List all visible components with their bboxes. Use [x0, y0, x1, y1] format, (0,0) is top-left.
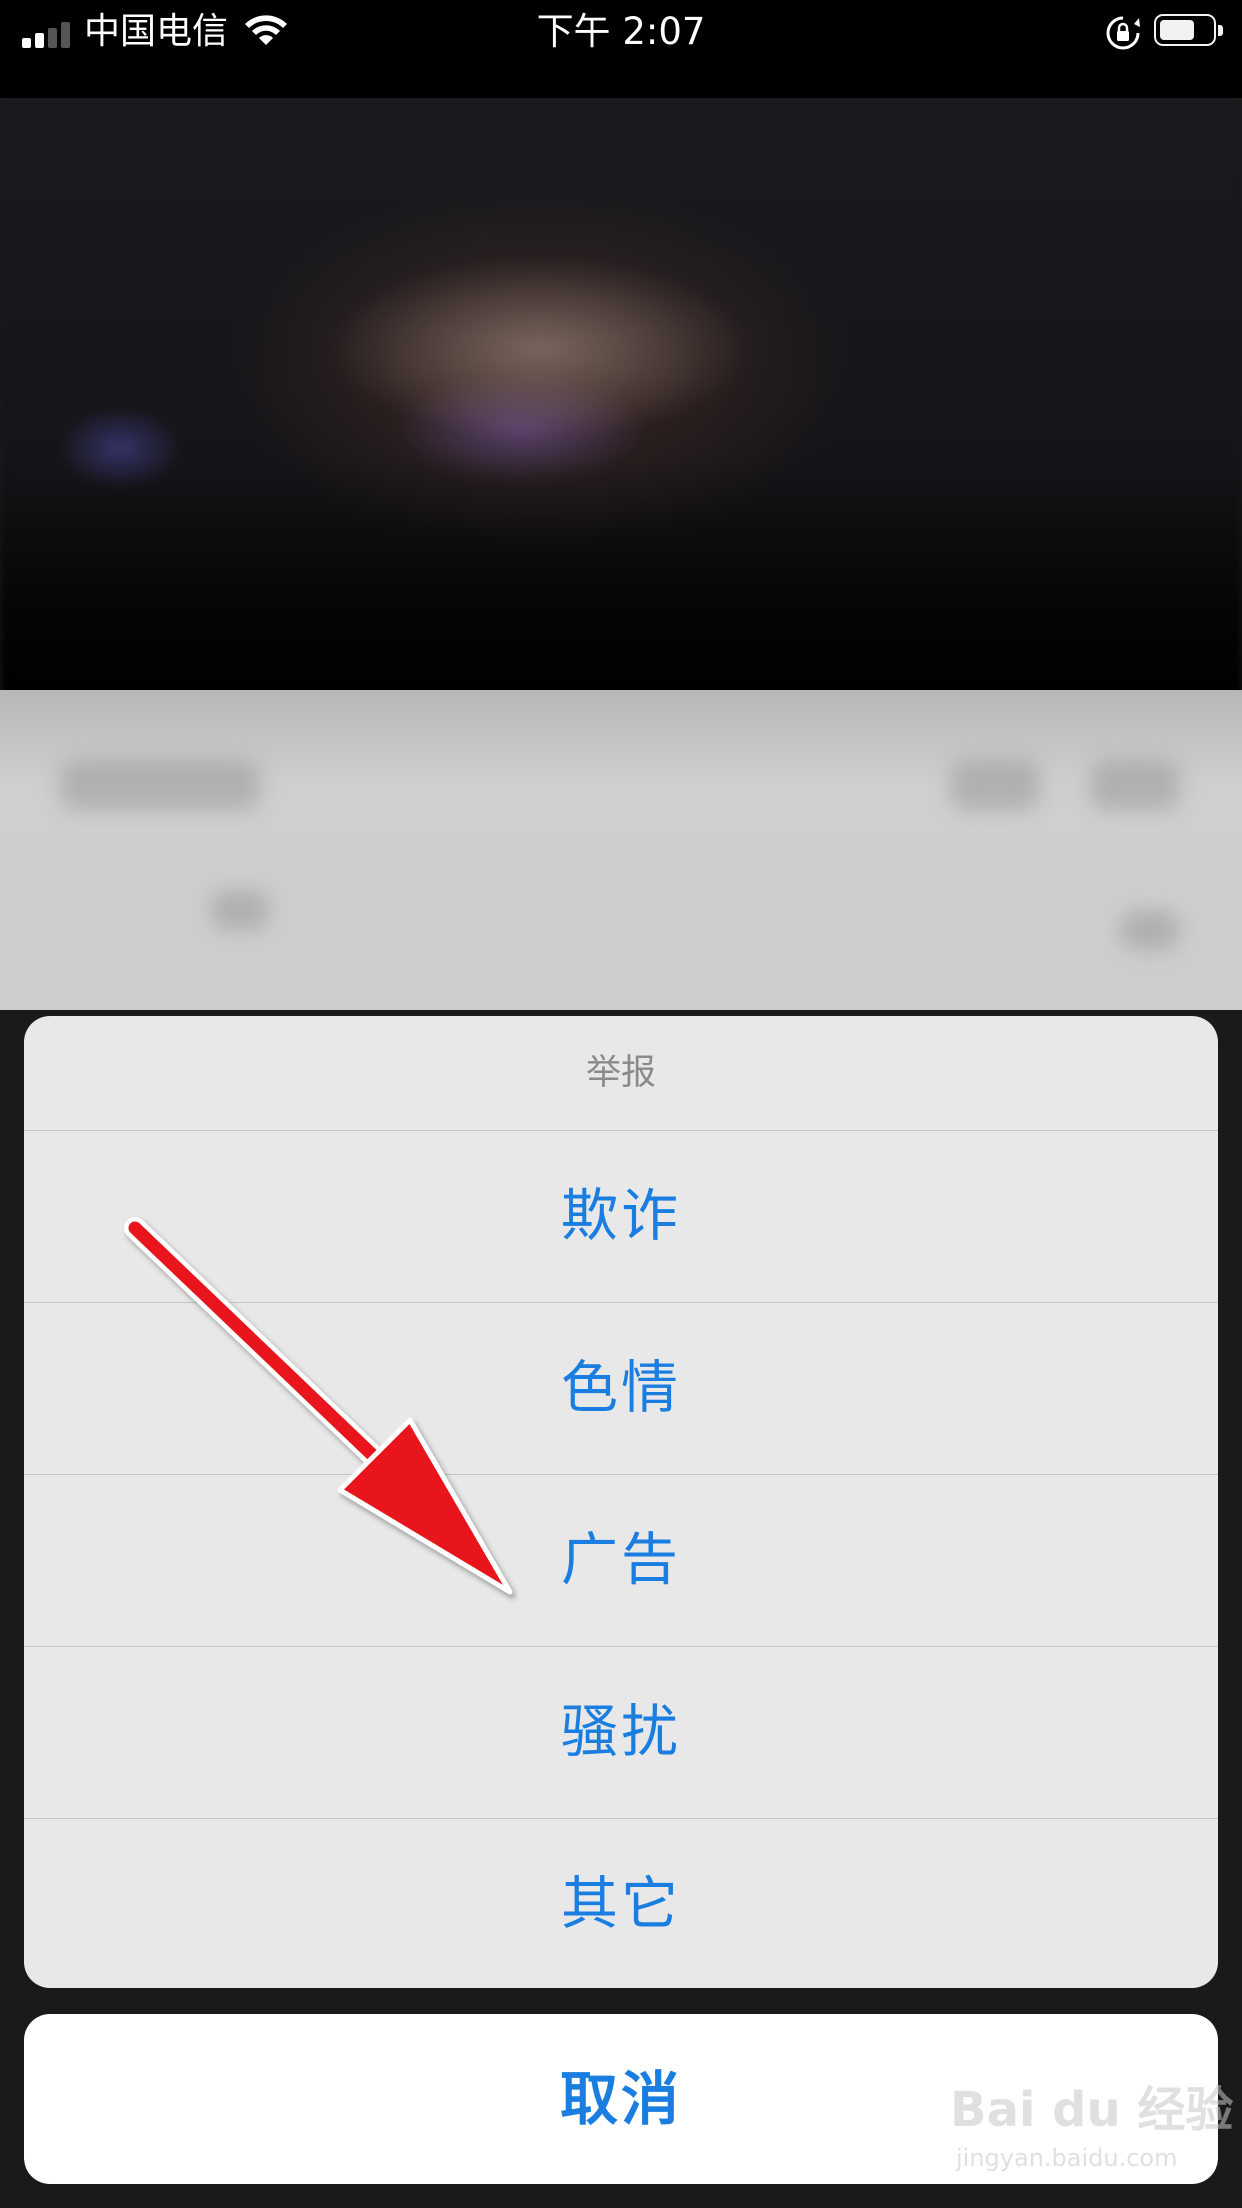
option-other[interactable]: 其它 — [24, 1819, 1218, 1988]
status-bar: 中国电信 下午 2:07 — [0, 0, 1242, 98]
clock: 下午 2:07 — [536, 10, 706, 53]
rotation-lock-icon — [1106, 16, 1140, 50]
action-sheet-title: 举报 — [24, 1016, 1218, 1131]
option-fraud[interactable]: 欺诈 — [24, 1131, 1218, 1303]
baidu-jingyan-watermark: Bai du 经验 jingyan.baidu.com — [950, 2070, 1233, 2180]
option-pornography[interactable]: 色情 — [24, 1303, 1218, 1475]
background-content — [0, 690, 1242, 1010]
background-video — [0, 98, 1242, 698]
watermark-url: jingyan.baidu.com — [956, 2144, 1178, 2172]
option-harassment[interactable]: 骚扰 — [24, 1647, 1218, 1819]
battery-icon — [1154, 14, 1223, 46]
report-action-sheet: 举报 欺诈 色情 广告 骚扰 其它 — [24, 1016, 1218, 1988]
option-advertising[interactable]: 广告 — [24, 1475, 1218, 1647]
watermark-logo: Bai du 经验 — [950, 2082, 1234, 2138]
